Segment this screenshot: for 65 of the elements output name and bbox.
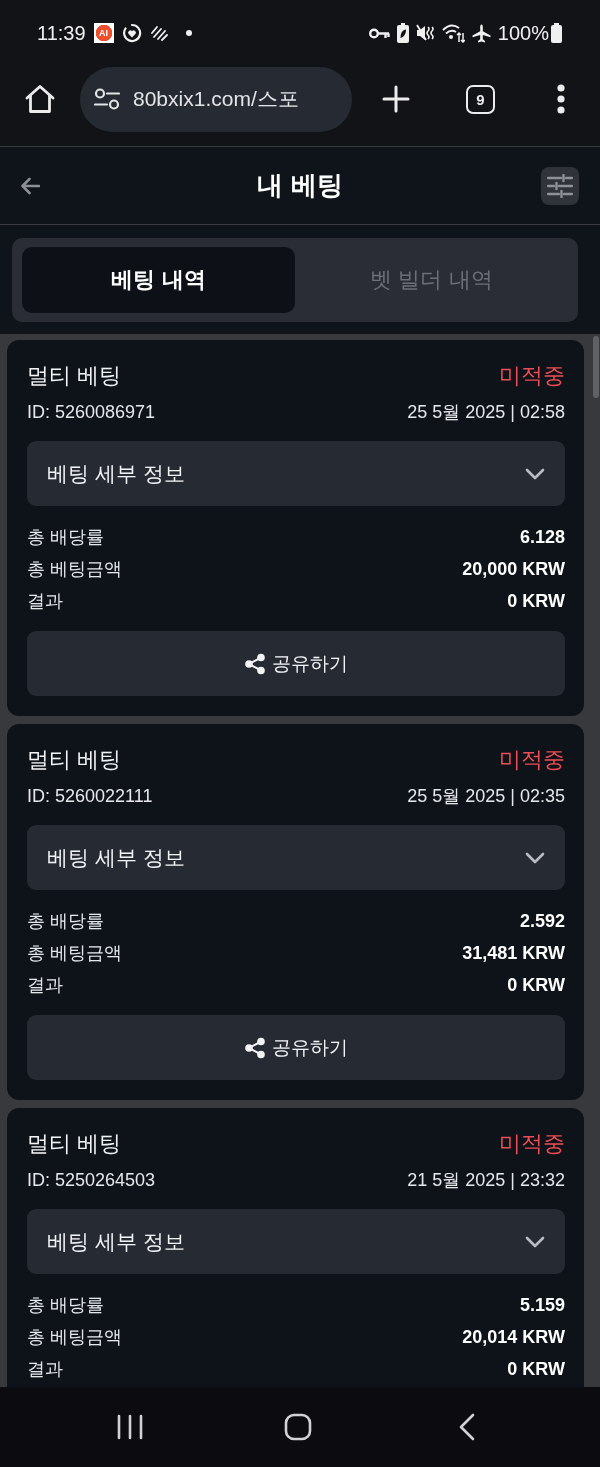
home-icon[interactable] [24, 83, 56, 115]
ai-logo: AI [93, 23, 114, 43]
bet-status: 미적중 [499, 746, 565, 774]
stat-value: 0 KRW [507, 1358, 565, 1381]
stat-value: 6.128 [519, 526, 565, 549]
bet-id: ID: 5260086971 [27, 401, 156, 424]
bet-date: 25 5월 2025 | 02:35 [407, 785, 565, 808]
bet-status: 미적중 [499, 1130, 565, 1158]
stat-label: 총 배당률 [27, 1294, 104, 1317]
page-title: 내 베팅 [257, 169, 343, 202]
share-button[interactable]: 공유하기 [27, 1015, 565, 1080]
site-settings-icon [94, 88, 120, 110]
bet-type: 멀티 베팅 [27, 746, 122, 774]
stat-value: 31,481 KRW [462, 942, 565, 965]
wifi-icon [441, 23, 465, 43]
details-dropdown[interactable]: 베팅 세부 정보 [27, 441, 565, 506]
filter-button[interactable] [541, 166, 579, 205]
sliders-icon [547, 173, 573, 198]
bet-id: ID: 5260022111 [27, 785, 153, 808]
battery-leaf-icon [396, 23, 409, 43]
share-icon [244, 652, 266, 675]
bet-date: 21 5월 2025 | 23:32 [407, 1169, 565, 1192]
stat-label: 결과 [27, 1358, 63, 1381]
share-icon [244, 1036, 266, 1059]
stat-value: 5.159 [519, 1294, 565, 1317]
stripes-icon [149, 25, 168, 41]
battery-percentage: 100% [497, 21, 549, 45]
back-icon[interactable] [459, 1413, 475, 1441]
heart-ring-icon [121, 23, 142, 43]
stat-label: 총 베팅금액 [27, 1326, 122, 1349]
details-dropdown[interactable]: 베팅 세부 정보 [27, 1209, 565, 1274]
stat-value: 0 KRW [507, 590, 565, 613]
bet-type: 멀티 베팅 [27, 1130, 122, 1158]
scrollbar-thumb[interactable] [593, 336, 599, 398]
details-dropdown[interactable]: 베팅 세부 정보 [27, 825, 565, 890]
home-icon[interactable] [284, 1413, 312, 1441]
tab[interactable]: 베팅 내역 [22, 247, 295, 313]
stat-label: 결과 [27, 974, 63, 997]
tab-switcher-button[interactable]: 9 [466, 84, 495, 114]
share-button[interactable]: 공유하기 [27, 631, 565, 696]
stat-value: 20,014 KRW [462, 1326, 565, 1349]
bet-status: 미적중 [499, 362, 565, 390]
url-text: 80bxix1.com/스포 [133, 86, 299, 112]
bet-type: 멀티 베팅 [27, 362, 122, 390]
more-icon[interactable] [557, 84, 565, 114]
back-icon[interactable] [20, 176, 40, 195]
key-icon [368, 26, 390, 40]
bet-date: 25 5월 2025 | 02:58 [407, 401, 565, 424]
stat-value: 0 KRW [507, 974, 565, 997]
address-bar[interactable]: 80bxix1.com/스포 [80, 66, 352, 132]
mute-icon [415, 24, 435, 42]
recent-apps-icon[interactable] [117, 1414, 143, 1440]
battery-icon [551, 23, 562, 43]
airplane-icon [471, 23, 491, 43]
stat-label: 결과 [27, 590, 63, 613]
stat-label: 총 베팅금액 [27, 558, 122, 581]
plus-icon[interactable] [382, 85, 410, 113]
stat-label: 총 베팅금액 [27, 942, 122, 965]
stat-value: 2.592 [519, 910, 565, 933]
notification-dot-icon [185, 30, 192, 36]
stat-value: 20,000 KRW [462, 558, 565, 581]
stat-label: 총 배당률 [27, 910, 104, 933]
status-time: 11:39 [37, 21, 86, 45]
stat-label: 총 배당률 [27, 526, 104, 549]
bet-id: ID: 5250264503 [27, 1169, 156, 1192]
